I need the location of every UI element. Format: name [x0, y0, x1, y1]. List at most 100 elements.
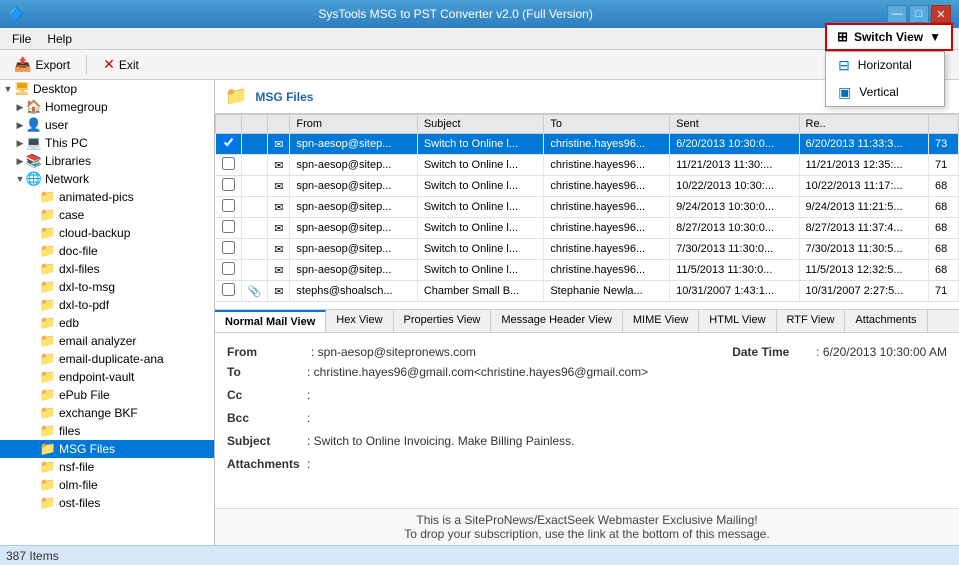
from-label: From — [227, 345, 307, 359]
row-from: spn-aesop@sitep... — [290, 197, 417, 218]
row-re: 10/31/2007 2:27:5... — [799, 281, 928, 302]
exit-button[interactable]: ✕ Exit — [95, 53, 147, 76]
minimize-button[interactable]: — — [887, 5, 907, 23]
email-table-body: ✉ spn-aesop@sitep... Switch to Online l.… — [216, 134, 959, 302]
switch-view-button[interactable]: ⊞ Switch View ▼ — [825, 23, 953, 51]
tree-item-dxl-to-pdf[interactable]: 📁 dxl-to-pdf — [0, 296, 214, 314]
tree-item-olm-file[interactable]: 📁 olm-file — [0, 476, 214, 494]
tab-rtf-view[interactable]: RTF View — [777, 310, 846, 332]
tree-item-files[interactable]: 📁 files — [0, 422, 214, 440]
row-checkbox[interactable] — [216, 155, 242, 176]
tree-item-dxl-to-msg[interactable]: 📁 dxl-to-msg — [0, 278, 214, 296]
bcc-label: Bcc — [227, 411, 307, 425]
tab-message-header-view[interactable]: Message Header View — [491, 310, 622, 332]
subject-value: : Switch to Online Invoicing. Make Billi… — [307, 434, 574, 448]
sidebar-scroll[interactable]: ▼ 🖥 Desktop ▶ 🏠 Homegroup ▶ 👤 user ▶ 💻 T… — [0, 80, 214, 545]
folder-icon: 📁 — [40, 189, 56, 205]
tree-item-network[interactable]: ▼ 🌐 Network — [0, 170, 214, 188]
row-checkbox[interactable] — [216, 176, 242, 197]
tree-item-doc-file[interactable]: 📁 doc-file — [0, 242, 214, 260]
col-subject[interactable]: Subject — [417, 115, 544, 134]
table-row[interactable]: ✉ spn-aesop@sitep... Switch to Online l.… — [216, 218, 959, 239]
tab-html-view[interactable]: HTML View — [699, 310, 776, 332]
menu-file[interactable]: File — [4, 30, 39, 48]
tree-label-homegroup: Homegroup — [45, 100, 108, 114]
table-header-row: From Subject To Sent Re.. — [216, 115, 959, 134]
close-button[interactable]: ✕ — [931, 5, 951, 23]
expand-icon — [28, 281, 40, 293]
tree-item-email-duplicate-ana[interactable]: 📁 email-duplicate-ana — [0, 350, 214, 368]
table-row[interactable]: ✉ spn-aesop@sitep... Switch to Online l.… — [216, 134, 959, 155]
row-count: 68 — [929, 197, 959, 218]
tree-item-thispc[interactable]: ▶ 💻 This PC — [0, 134, 214, 152]
tab-normal-mail-view[interactable]: Normal Mail View — [215, 310, 326, 332]
tree-item-exchange-bkf[interactable]: 📁 exchange BKF — [0, 404, 214, 422]
row-to: christine.hayes96... — [544, 134, 670, 155]
row-checkbox[interactable] — [216, 239, 242, 260]
export-icon: 📤 — [14, 56, 31, 73]
folder-icon: 📁 — [40, 495, 56, 511]
tree-item-endpoint-vault[interactable]: 📁 endpoint-vault — [0, 368, 214, 386]
folder-icon: 📁 — [40, 441, 56, 457]
tree-item-cloud-backup[interactable]: 📁 cloud-backup — [0, 224, 214, 242]
expand-icon: ▶ — [14, 101, 26, 113]
col-type — [268, 115, 290, 134]
row-type-icon: ✉ — [268, 176, 290, 197]
folder-icon: 📁 — [40, 459, 56, 475]
row-count: 71 — [929, 281, 959, 302]
tree-item-desktop[interactable]: ▼ 🖥 Desktop — [0, 80, 214, 98]
tree-item-libraries[interactable]: ▶ 📚 Libraries — [0, 152, 214, 170]
row-from: spn-aesop@sitep... — [290, 155, 417, 176]
row-checkbox[interactable] — [216, 218, 242, 239]
network-icon: 🌐 — [26, 171, 42, 187]
tree-item-epub-file[interactable]: 📁 ePub File — [0, 386, 214, 404]
tab-hex-view[interactable]: Hex View — [326, 310, 393, 332]
table-row[interactable]: ✉ spn-aesop@sitep... Switch to Online l.… — [216, 197, 959, 218]
table-row[interactable]: ✉ spn-aesop@sitep... Switch to Online l.… — [216, 176, 959, 197]
tree-item-user[interactable]: ▶ 👤 user — [0, 116, 214, 134]
tree-item-nsf-file[interactable]: 📁 nsf-file — [0, 458, 214, 476]
row-checkbox[interactable] — [216, 197, 242, 218]
table-row[interactable]: ✉ spn-aesop@sitep... Switch to Online l.… — [216, 239, 959, 260]
window-controls: — □ ✕ — [887, 5, 951, 23]
row-sent: 7/30/2013 11:30:0... — [670, 239, 799, 260]
datetime-section: Date Time : 6/20/2013 10:30:00 AM — [732, 345, 947, 359]
col-from[interactable]: From — [290, 115, 417, 134]
maximize-button[interactable]: □ — [909, 5, 929, 23]
row-type-icon: ✉ — [268, 218, 290, 239]
vertical-option[interactable]: ▣ Vertical — [826, 79, 944, 106]
expand-icon: ▶ — [14, 137, 26, 149]
table-row[interactable]: 📎 ✉ stephs@shoalsch... Chamber Small B..… — [216, 281, 959, 302]
row-to: christine.hayes96... — [544, 197, 670, 218]
row-checkbox[interactable] — [216, 281, 242, 302]
cc-label: Cc — [227, 388, 307, 402]
col-to[interactable]: To — [544, 115, 670, 134]
email-table-area[interactable]: From Subject To Sent Re.. ✉ spn-aesop@si… — [215, 114, 959, 309]
col-re[interactable]: Re.. — [799, 115, 928, 134]
row-checkbox[interactable] — [216, 134, 242, 155]
tab-mime-view[interactable]: MIME View — [623, 310, 699, 332]
menu-help[interactable]: Help — [39, 30, 80, 48]
table-row[interactable]: ✉ spn-aesop@sitep... Switch to Online l.… — [216, 260, 959, 281]
tree-label: email-duplicate-ana — [59, 352, 164, 366]
tree-item-case[interactable]: 📁 case — [0, 206, 214, 224]
tree-item-msg-files[interactable]: 📁 MSG Files — [0, 440, 214, 458]
tree-item-ost-files[interactable]: 📁 ost-files — [0, 494, 214, 512]
tree-item-homegroup[interactable]: ▶ 🏠 Homegroup — [0, 98, 214, 116]
tree-item-edb[interactable]: 📁 edb — [0, 314, 214, 332]
tree-item-email-analyzer[interactable]: 📁 email analyzer — [0, 332, 214, 350]
export-button[interactable]: 📤 Export — [6, 53, 78, 76]
row-count: 68 — [929, 260, 959, 281]
row-from: spn-aesop@sitep... — [290, 239, 417, 260]
table-row[interactable]: ✉ spn-aesop@sitep... Switch to Online l.… — [216, 155, 959, 176]
tab-attachments[interactable]: Attachments — [845, 310, 927, 332]
expand-icon — [28, 389, 40, 401]
tree-item-dxl-files[interactable]: 📁 dxl-files — [0, 260, 214, 278]
row-type-icon: ✉ — [268, 155, 290, 176]
tree-item-animated-pics[interactable]: 📁 animated-pics — [0, 188, 214, 206]
attachments-value: : — [307, 457, 310, 471]
row-checkbox[interactable] — [216, 260, 242, 281]
horizontal-option[interactable]: ⊟ Horizontal — [826, 52, 944, 79]
tab-properties-view[interactable]: Properties View — [394, 310, 492, 332]
col-sent[interactable]: Sent — [670, 115, 799, 134]
